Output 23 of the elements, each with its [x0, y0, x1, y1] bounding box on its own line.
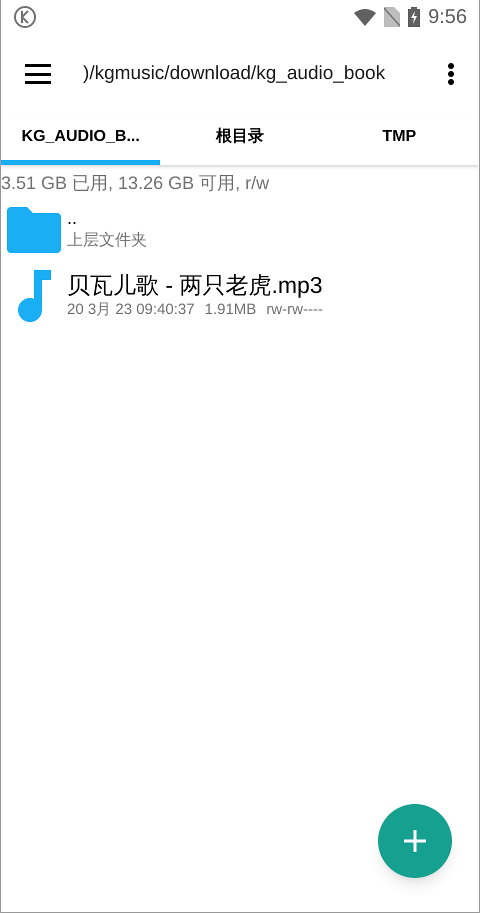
file-row[interactable]: 贝瓦儿歌 - 两只老虎.mp3 20 3月 23 09:40:37 1.91MB rw-rw----	[1, 263, 479, 329]
file-subtitle: 上层文件夹	[67, 230, 147, 251]
storage-info: 3.51 GB 已用, 13.26 GB 可用, r/w	[1, 172, 270, 195]
tab[interactable]: 根目录	[160, 114, 320, 165]
no-sim-icon	[384, 7, 400, 27]
more-options-button[interactable]	[447, 63, 455, 85]
tab[interactable]: KG_AUDIO_B...	[1, 114, 160, 165]
wifi-icon	[354, 8, 376, 26]
file-row[interactable]: .. 上层文件夹	[1, 197, 479, 263]
current-path: )/kgmusic/download/kg_audio_book	[83, 62, 386, 86]
file-size: 1.91MB	[204, 300, 256, 320]
file-name: 贝瓦儿歌 - 两只老虎.mp3	[67, 270, 323, 299]
app-logo-icon	[13, 5, 37, 29]
battery-icon	[408, 7, 420, 27]
file-name: ..	[67, 207, 78, 229]
file-permissions: rw-rw----	[266, 300, 323, 320]
file-date: 20 3月 23 09:40:37	[67, 300, 195, 320]
plus-icon	[404, 830, 426, 852]
clock: 9:56	[428, 5, 467, 30]
music-note-icon	[17, 270, 51, 322]
menu-button[interactable]	[25, 64, 51, 84]
folder-icon	[7, 207, 61, 253]
tab[interactable]: TMP	[320, 114, 479, 165]
